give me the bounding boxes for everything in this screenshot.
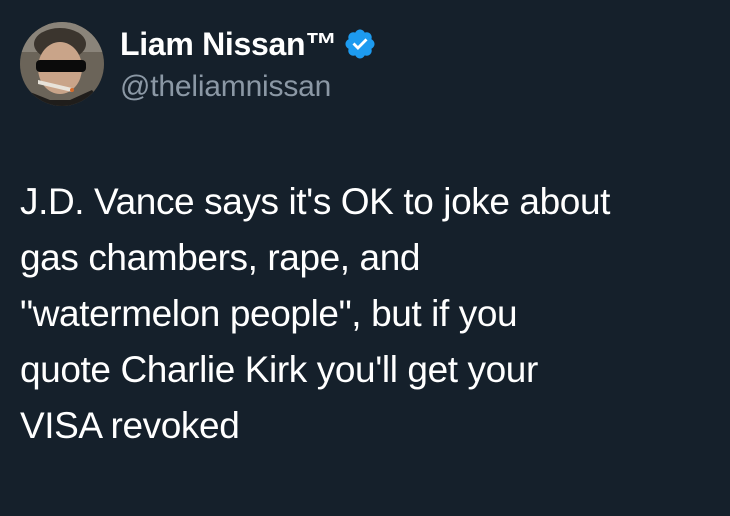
verified-badge-icon[interactable] [343,27,377,61]
tweet-text: J.D. Vance says it's OK to joke about ga… [20,181,611,446]
avatar[interactable] [20,22,104,106]
handle[interactable]: @theliamnissan [120,70,331,104]
display-name-row: Liam Nissan™ [120,24,377,64]
avatar-photo [20,22,104,106]
tweet-card: Liam Nissan™ @theliamnissan J.D. Vance s… [0,0,730,516]
display-name[interactable]: Liam Nissan™ [120,26,337,63]
